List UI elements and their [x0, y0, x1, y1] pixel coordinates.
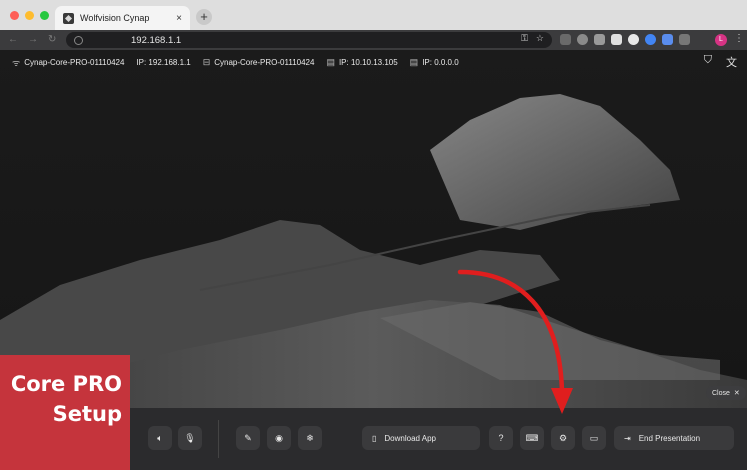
top-right-actions: ⛉ 文 — [704, 54, 737, 70]
setup-badge: Core PRO Setup — [0, 355, 130, 470]
lan2-ip: IP: 0.0.0.0 — [422, 58, 459, 67]
ethernet-icon: ▤ — [326, 57, 335, 67]
badge-line1: Core PRO — [10, 372, 122, 396]
settings-button[interactable]: ⚙ — [551, 426, 575, 450]
wifi-icon: ᯤ — [12, 58, 21, 68]
site-info-icon[interactable] — [74, 35, 83, 45]
microphone-button[interactable]: 🎙︎ — [178, 426, 202, 450]
volume-button[interactable]: 🔈︎ — [148, 426, 172, 450]
extension-google-icon[interactable] — [628, 34, 639, 45]
end-presentation-button[interactable]: ⇥ End Presentation — [614, 426, 734, 450]
browser-menu-icon[interactable]: ⋮ — [734, 33, 744, 44]
snapshot-button[interactable]: ◉ — [267, 426, 291, 450]
camera-icon: ◉ — [275, 432, 283, 443]
tab-title: Wolfvision Cynap — [80, 13, 150, 23]
keyboard-icon: ⌨ — [525, 432, 539, 443]
extension-grid-icon[interactable] — [594, 34, 605, 45]
forward-icon[interactable]: → — [28, 34, 38, 45]
badge-line2: Setup — [52, 402, 122, 426]
key-icon[interactable]: ⚿ — [521, 33, 528, 44]
phone-icon: ▯ — [372, 433, 377, 443]
extension-chrome-icon[interactable] — [645, 34, 656, 45]
extension-globe-icon[interactable] — [577, 34, 588, 45]
annotation-pen-icon: ✎ — [244, 432, 252, 443]
download-app-label: Download App — [384, 433, 436, 443]
browser-toolbar: ← → ↻ 192.168.1.1 ⚿ ☆ L ⋮ — [0, 30, 747, 50]
screenshot-root: Wolfvision Cynap × + ← → ↻ 192.168.1.1 ⚿… — [0, 0, 747, 470]
keyboard-button[interactable]: ⌨ — [520, 426, 544, 450]
end-presentation-label: End Presentation — [638, 433, 701, 443]
window-minimize-button[interactable] — [25, 11, 34, 20]
lan1-ip: IP: 10.10.13.105 — [338, 58, 398, 67]
annotation-button[interactable]: ✎ — [236, 426, 260, 450]
wifi-name: Cynap-Core-PRO-01110424 — [24, 58, 125, 67]
microphone-icon: 🎙︎ — [184, 432, 196, 443]
network-status-bar: ᯤ Cynap-Core-PRO-01110424 IP: 192.168.1.… — [12, 56, 459, 69]
extension-puzzle-icon[interactable] — [679, 34, 690, 45]
window-maximize-button[interactable] — [40, 11, 49, 20]
tab-close-icon[interactable]: × — [176, 13, 182, 24]
close-button[interactable]: Close ✕ — [706, 386, 746, 400]
settings-icon: ⚙ — [558, 432, 568, 443]
close-label: Close — [712, 389, 730, 397]
reload-icon[interactable]: ↻ — [48, 34, 56, 45]
star-icon[interactable]: ☆ — [536, 33, 544, 44]
download-app-button[interactable]: ▯ Download App — [362, 426, 480, 450]
browser-tab[interactable]: Wolfvision Cynap × — [55, 6, 190, 30]
screen-icon: ▭ — [589, 432, 599, 443]
help-button[interactable]: ? — [489, 426, 513, 450]
exit-icon: ⇥ — [624, 433, 631, 443]
url-bar-actions: ⚿ ☆ — [521, 33, 544, 44]
back-icon[interactable]: ← — [8, 34, 18, 45]
browser-tab-bar: Wolfvision Cynap × + — [0, 0, 747, 30]
freeze-icon: ❄ — [306, 432, 314, 443]
wifi-ip: IP: 192.168.1.1 — [136, 58, 191, 67]
volume-icon: 🔈︎ — [157, 432, 163, 443]
lan1-name: Cynap-Core-PRO-01110424 — [214, 58, 315, 67]
security-shield-icon[interactable]: ⛉ — [704, 54, 712, 70]
new-tab-button[interactable]: + — [196, 9, 212, 25]
profile-avatar[interactable]: L — [715, 34, 727, 46]
lan-icon: ⊟ — [202, 57, 211, 67]
extension-blue-icon[interactable] — [662, 34, 673, 45]
divider — [218, 420, 219, 458]
screen-button[interactable]: ▭ — [582, 426, 606, 450]
help-icon: ? — [498, 433, 504, 443]
ethernet2-icon: ▤ — [409, 57, 419, 67]
url-text[interactable]: 192.168.1.1 — [131, 35, 181, 46]
window-controls — [10, 11, 49, 20]
close-icon: ✕ — [733, 390, 740, 397]
url-bar[interactable]: 192.168.1.1 ⚿ ☆ — [66, 32, 552, 48]
language-icon[interactable]: 文 — [726, 54, 737, 70]
nav-buttons: ← → ↻ — [8, 34, 56, 45]
extension-code-icon[interactable] — [560, 34, 571, 45]
freeze-button[interactable]: ❄ — [298, 426, 322, 450]
wolfvision-favicon-icon — [63, 12, 74, 24]
extension-mail-icon[interactable] — [611, 34, 622, 45]
window-close-button[interactable] — [10, 11, 19, 20]
extensions — [560, 34, 690, 45]
